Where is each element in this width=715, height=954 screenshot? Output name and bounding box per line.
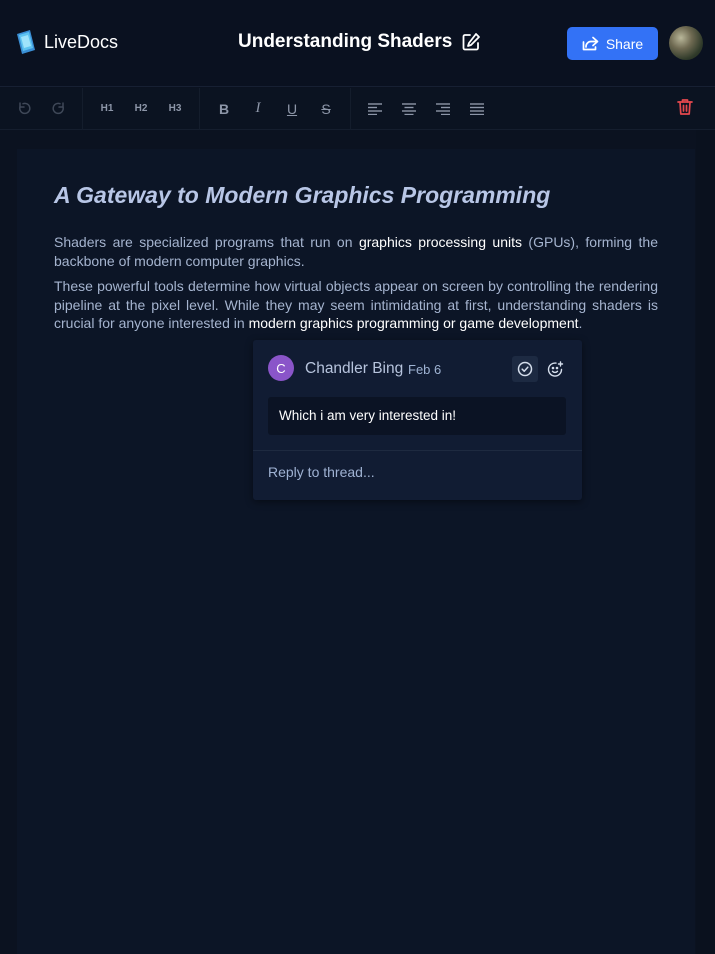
strikethrough-button[interactable]: S bbox=[309, 92, 343, 126]
edit-icon[interactable] bbox=[461, 32, 481, 52]
redo-button[interactable] bbox=[41, 92, 75, 126]
reply-input[interactable]: Reply to thread... bbox=[268, 464, 566, 484]
document-title[interactable]: Understanding Shaders bbox=[238, 31, 452, 53]
trash-icon[interactable] bbox=[675, 97, 695, 117]
app-name: LiveDocs bbox=[44, 31, 119, 52]
align-justify-icon bbox=[470, 102, 484, 115]
heading-1-button[interactable]: H1 bbox=[90, 92, 124, 126]
italic-button[interactable]: I bbox=[241, 92, 275, 126]
comment-author: Chandler Bing bbox=[305, 360, 404, 377]
underline-button[interactable]: U bbox=[275, 92, 309, 126]
align-left-icon bbox=[368, 102, 382, 115]
share-icon bbox=[582, 36, 599, 51]
align-justify-button[interactable] bbox=[460, 92, 494, 126]
comment-thread: C Chandler Bing Feb 6 Which i am very in… bbox=[253, 340, 582, 500]
logo-icon bbox=[17, 30, 35, 54]
emoji-add-icon bbox=[547, 360, 563, 377]
format-group: B I U S bbox=[200, 87, 351, 130]
editor-toolbar: H1 H2 H3 B I U S bbox=[0, 87, 715, 130]
app-logo[interactable]: LiveDocs bbox=[14, 28, 118, 56]
undo-button[interactable] bbox=[7, 92, 41, 126]
align-left-button[interactable] bbox=[358, 92, 392, 126]
undo-icon bbox=[18, 102, 31, 115]
align-group bbox=[351, 88, 501, 130]
heading-2-button[interactable]: H2 bbox=[124, 92, 158, 126]
align-right-icon bbox=[436, 102, 450, 115]
history-group bbox=[0, 87, 83, 130]
commenter-avatar: C bbox=[268, 355, 294, 381]
comment-date: Feb 6 bbox=[408, 362, 442, 377]
document-title-area: Understanding Shaders bbox=[238, 31, 481, 53]
comment-text: Which i am very interested in! bbox=[268, 397, 566, 435]
paragraph-1[interactable]: Shaders are specialized programs that ru… bbox=[54, 233, 658, 270]
share-button[interactable]: Share bbox=[567, 27, 658, 60]
resolve-thread-button[interactable] bbox=[512, 356, 538, 382]
comment-highlight-2[interactable]: modern graphics programming or game deve… bbox=[249, 315, 579, 331]
bold-button[interactable]: B bbox=[207, 92, 241, 126]
paragraph-2[interactable]: These powerful tools determine how virtu… bbox=[54, 277, 658, 333]
editor-page[interactable]: A Gateway to Modern Graphics Programming… bbox=[17, 149, 695, 954]
comment-highlight-1[interactable]: graphics processing units bbox=[359, 234, 522, 250]
right-gutter bbox=[696, 130, 715, 954]
thread-divider bbox=[253, 450, 582, 451]
document-heading[interactable]: A Gateway to Modern Graphics Programming bbox=[54, 182, 550, 209]
align-center-button[interactable] bbox=[392, 92, 426, 126]
add-reaction-button[interactable] bbox=[543, 356, 567, 382]
user-avatar[interactable] bbox=[669, 26, 703, 60]
heading-group: H1 H2 H3 bbox=[83, 87, 200, 130]
share-label: Share bbox=[605, 35, 644, 52]
redo-icon bbox=[51, 102, 64, 115]
align-center-icon bbox=[402, 102, 416, 115]
heading-3-button[interactable]: H3 bbox=[158, 92, 192, 126]
align-right-button[interactable] bbox=[426, 92, 460, 126]
check-circle-icon bbox=[517, 361, 533, 377]
app-header: LiveDocs Understanding Shaders Share bbox=[0, 0, 715, 87]
